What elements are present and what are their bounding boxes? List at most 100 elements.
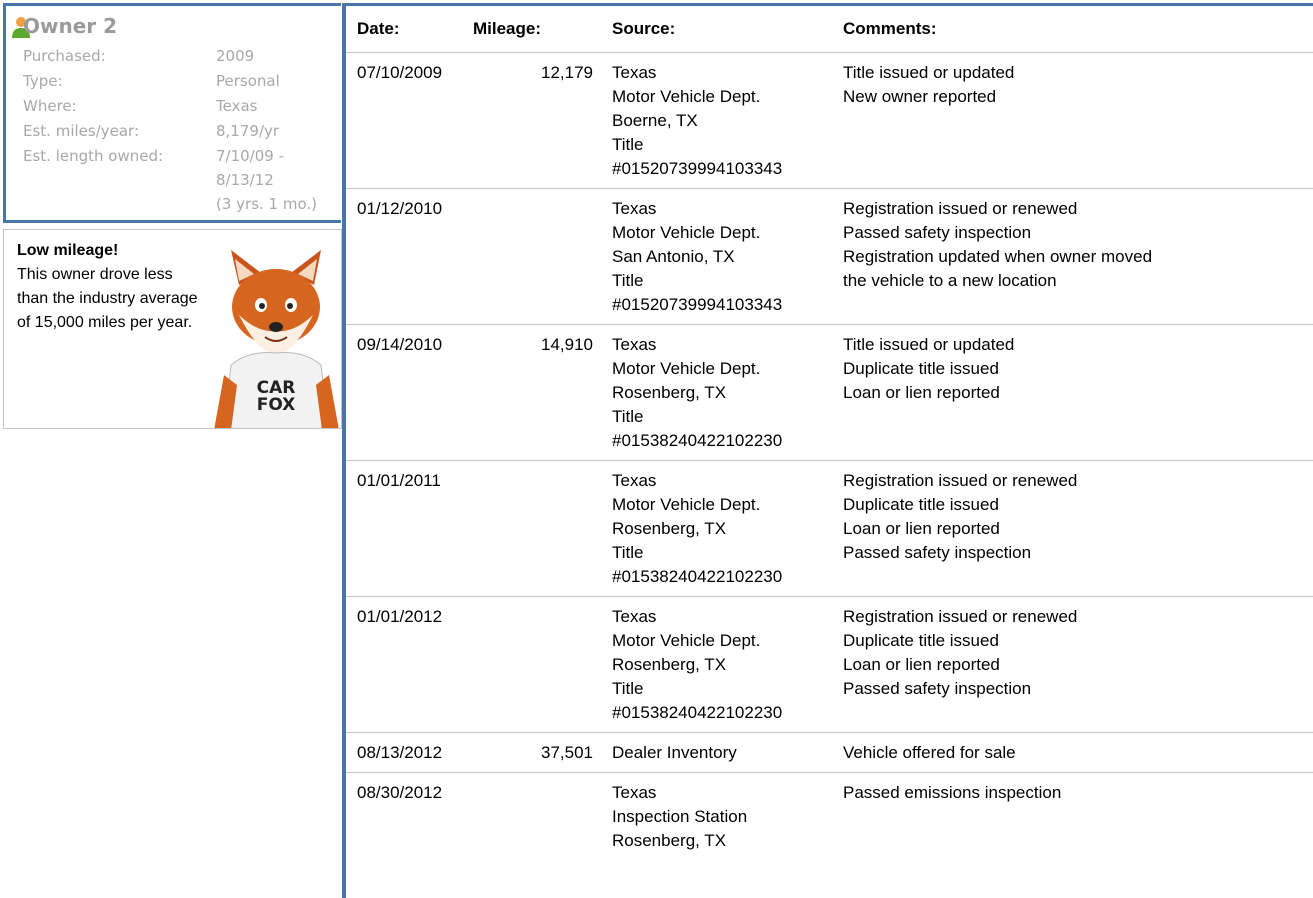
where-label: Where:	[23, 97, 77, 115]
owner-title: Owner 2	[23, 14, 118, 38]
table-header-row: Date: Mileage: Source: Comments:	[346, 6, 1313, 53]
source-line: #01520739994103343	[612, 295, 783, 314]
row-date: 07/10/2009	[346, 52, 473, 189]
row-source: Dealer Inventory	[612, 732, 837, 773]
table-row: 07/10/2009 12,179 Texas Motor Vehicle Dept.…	[346, 52, 1313, 189]
source-line: Rosenberg, TX	[612, 383, 727, 402]
source-line: Inspection Station	[612, 807, 748, 826]
history-table: Date: Mileage: Source: Comments: 07/10/2…	[346, 6, 1313, 860]
type-label: Type:	[23, 72, 63, 90]
source-line: Boerne, TX	[612, 111, 698, 130]
row-date: 01/01/2012	[346, 596, 473, 733]
owner-panel: Owner 2 Purchased: 2009 Type: Personal W…	[0, 0, 345, 898]
source-line: #01538240422102230	[612, 431, 783, 450]
row-comments: Registration issued or renewed Duplicate …	[837, 596, 1313, 733]
source-line: #01538240422102230	[612, 567, 783, 586]
row-comments: Title issued or updated New owner reporte…	[837, 52, 1313, 189]
comment-line: New owner reported	[843, 87, 997, 106]
source-line: Title	[612, 407, 644, 426]
comment-line: Passed emissions inspection	[843, 783, 1062, 802]
low-mileage-box: Low mileage! This owner drove less than …	[3, 229, 342, 429]
miles-per-year-label: Est. miles/year:	[23, 122, 140, 140]
comment-line: the vehicle to a new location	[843, 271, 1057, 290]
table-row: 01/01/2012 Texas Motor Vehicle Dept. Rosenb…	[346, 596, 1313, 733]
source-line: #01538240422102230	[612, 703, 783, 722]
comment-line: Duplicate title issued	[843, 495, 999, 514]
comment-line: Passed safety inspection	[843, 223, 1032, 242]
comment-line: Registration issued or renewed	[843, 199, 1078, 218]
comment-line: Passed safety inspection	[843, 543, 1032, 562]
owner-summary-box: Owner 2 Purchased: 2009 Type: Personal W…	[3, 3, 341, 223]
low-mileage-title: Low mileage!	[17, 242, 119, 259]
row-date: 01/12/2010	[346, 188, 473, 325]
row-date: 08/13/2012	[346, 732, 473, 773]
row-comments: Title issued or updated Duplicate title i…	[837, 324, 1313, 461]
row-comments: Vehicle offered for sale	[837, 732, 1313, 773]
row-mileage	[473, 772, 612, 860]
source-line: San Antonio, TX	[612, 247, 735, 266]
comment-line: Title issued or updated	[843, 63, 1015, 82]
comment-line: Loan or lien reported	[843, 383, 1000, 402]
source-line: Motor Vehicle Dept.	[612, 631, 761, 650]
source-line: Rosenberg, TX	[612, 655, 727, 674]
source-line: Motor Vehicle Dept.	[612, 495, 761, 514]
carfox-shirt-text-2: FOX	[257, 395, 296, 415]
table-row: 09/14/2010 14,910 Texas Motor Vehicle Dept.…	[346, 324, 1313, 461]
source-line: Texas	[612, 335, 657, 354]
source-line: #01520739994103343	[612, 159, 783, 178]
row-mileage: 14,910	[473, 324, 612, 461]
comment-line: Registration issued or renewed	[843, 607, 1078, 626]
source-line: Title	[612, 543, 644, 562]
header-source: Source:	[612, 19, 676, 38]
row-date: 01/01/2011	[346, 460, 473, 597]
source-line: Title	[612, 271, 644, 290]
row-source: Texas Motor Vehicle Dept. Rosenberg, TX Tit…	[612, 596, 837, 733]
table-row: 01/01/2011 Texas Motor Vehicle Dept. Rosenb…	[346, 460, 1313, 597]
row-source: Texas Motor Vehicle Dept. Rosenberg, TX Tit…	[612, 324, 837, 461]
row-source: Texas Inspection Station Rosenberg, TX	[612, 772, 837, 860]
comment-line: Duplicate title issued	[843, 359, 999, 378]
header-date: Date:	[357, 19, 400, 38]
row-mileage	[473, 188, 612, 325]
comment-line: Title issued or updated	[843, 335, 1015, 354]
source-line: Title	[612, 135, 644, 154]
source-line: Texas	[612, 471, 657, 490]
comment-line: Passed safety inspection	[843, 679, 1032, 698]
comment-line: Loan or lien reported	[843, 519, 1000, 538]
row-date: 09/14/2010	[346, 324, 473, 461]
length-owned-label: Est. length owned:	[23, 147, 164, 165]
row-mileage: 12,179	[473, 52, 612, 189]
type-value: Personal	[216, 72, 280, 90]
table-row: 01/12/2010 Texas Motor Vehicle Dept. San An…	[346, 188, 1313, 325]
length-owned-value: 7/10/09 - 8/13/12 (3 yrs. 1 mo.)	[216, 147, 318, 213]
row-comments: Registration issued or renewed Duplicate …	[837, 460, 1313, 597]
row-comments: Passed emissions inspection	[837, 772, 1313, 860]
row-source: Texas Motor Vehicle Dept. San Antonio, TX T…	[612, 188, 837, 325]
low-mileage-text: This owner drove less than the industry …	[17, 266, 198, 331]
comment-line: Loan or lien reported	[843, 655, 1000, 674]
comment-line: Registration issued or renewed	[843, 471, 1078, 490]
table-row: 08/13/2012 37,501 Dealer Inventory Vehicle …	[346, 732, 1313, 773]
where-value: Texas	[216, 97, 258, 115]
source-line: Texas	[612, 607, 657, 626]
source-line: Rosenberg, TX	[612, 519, 727, 538]
source-line: Motor Vehicle Dept.	[612, 87, 761, 106]
purchased-value: 2009	[216, 47, 255, 65]
row-mileage	[473, 596, 612, 733]
row-source: Texas Motor Vehicle Dept. Boerne, TX Title #…	[612, 52, 837, 189]
source-line: Title	[612, 679, 644, 698]
row-date: 08/30/2012	[346, 772, 473, 860]
source-line: Motor Vehicle Dept.	[612, 359, 761, 378]
comment-line: Registration updated when owner moved	[843, 247, 1153, 266]
carfox-mascot-icon: CAR FOX	[214, 250, 339, 428]
comment-line: Duplicate title issued	[843, 631, 999, 650]
row-mileage: 37,501	[473, 732, 612, 773]
miles-per-year-value: 8,179/yr	[216, 122, 280, 140]
source-line: Texas	[612, 63, 657, 82]
table-row: 08/30/2012 Texas Inspection Station Rosenbe…	[346, 772, 1313, 860]
purchased-label: Purchased:	[23, 47, 106, 65]
source-line: Dealer Inventory	[612, 743, 737, 762]
header-mileage: Mileage:	[473, 19, 542, 38]
source-line: Motor Vehicle Dept.	[612, 223, 761, 242]
comment-line: Vehicle offered for sale	[843, 743, 1016, 762]
